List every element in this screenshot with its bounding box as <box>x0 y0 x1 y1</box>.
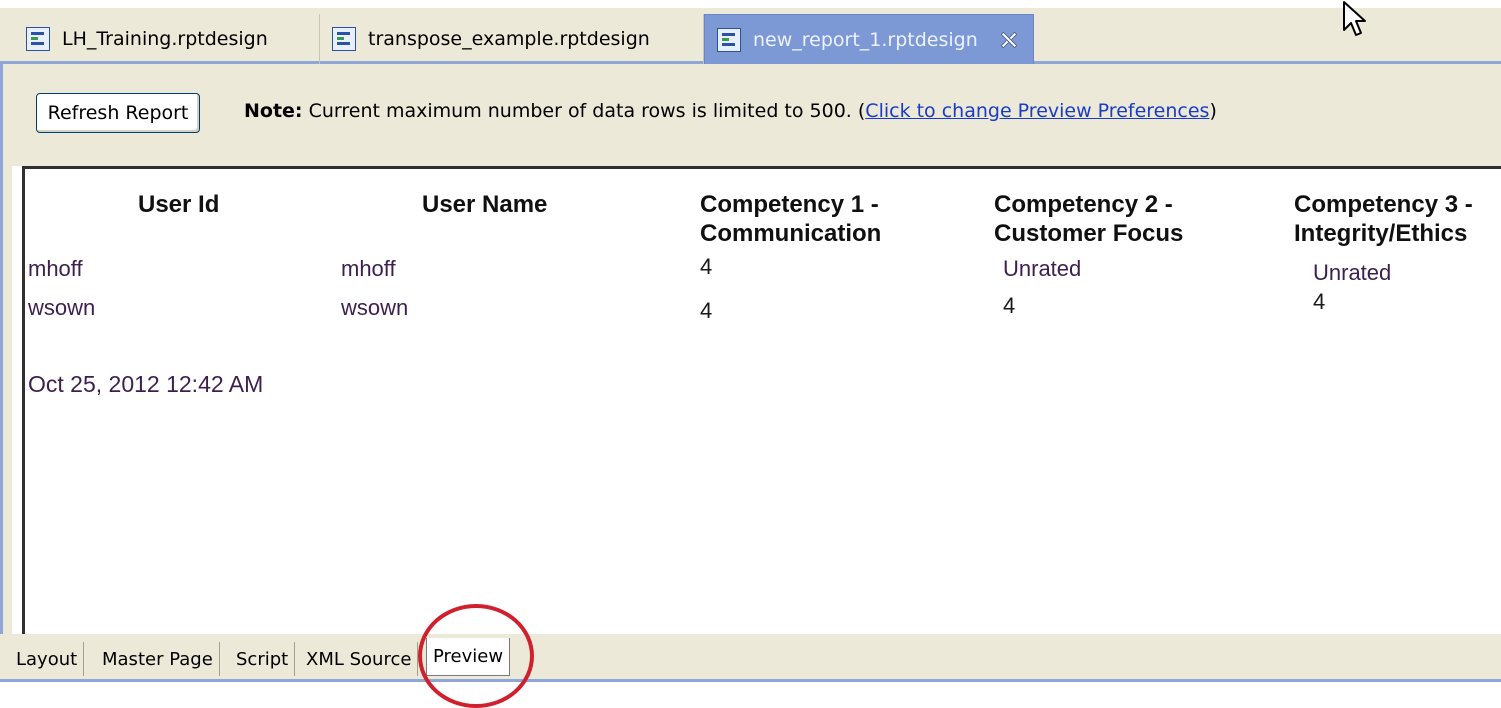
column-header-line: Competency 2 - <box>994 191 1173 218</box>
preview-note: Note: Current maximum number of data row… <box>244 100 1217 122</box>
column-header-line: User Name <box>422 191 548 218</box>
editor-tab-bar: LH_Training.rptdesign transpose_example.… <box>0 8 1501 64</box>
top-strip <box>0 0 1501 8</box>
column-header-line: Competency 1 - <box>700 191 879 218</box>
table-cell: Unrated <box>1313 260 1392 285</box>
table-cell: mhoff <box>341 256 396 281</box>
highlight-circle <box>418 604 534 708</box>
table-cell: 4 <box>1313 289 1326 314</box>
column-header-line: User Id <box>138 191 220 218</box>
editor-tab-lh-training[interactable]: LH_Training.rptdesign <box>14 14 320 64</box>
tab-master-page[interactable]: Master Page <box>96 642 220 676</box>
editor-page-tab-bar: Layout Master Page Script XML Source Pre… <box>0 634 1501 682</box>
note-text: Current maximum number of data rows is l… <box>302 100 866 122</box>
note-close: ) <box>1209 100 1217 122</box>
tab-xml-source[interactable]: XML Source <box>300 642 419 676</box>
column-header-line: Competency 3 - <box>1294 191 1473 218</box>
column-header-competency-2: Competency 2 - Customer Focus <box>994 190 1183 248</box>
column-header-line: Integrity/Ethics <box>1294 220 1468 247</box>
report-preview-area: User Id User Name Competency 1 - Communi… <box>22 166 1501 634</box>
note-label: Note: <box>244 100 303 122</box>
bottom-margin <box>0 682 1501 708</box>
table-cell: Unrated <box>1003 256 1082 281</box>
tab-layout[interactable]: Layout <box>10 642 85 676</box>
editor-tab-label: LH_Training.rptdesign <box>62 28 268 50</box>
mouse-cursor-icon <box>1343 1 1366 36</box>
column-header-line: Communication <box>700 220 882 247</box>
report-timestamp: Oct 25, 2012 12:42 AM <box>28 371 264 397</box>
report-design-icon <box>332 27 356 51</box>
table-cell: 4 <box>1003 293 1016 318</box>
preview-preferences-link[interactable]: Click to change Preview Preferences <box>865 100 1209 122</box>
column-header-line: Customer Focus <box>994 220 1184 247</box>
table-cell: wsown <box>341 295 409 320</box>
editor-tab-label: new_report_1.rptdesign <box>753 28 978 51</box>
table-cell: 4 <box>700 254 713 279</box>
table-cell: mhoff <box>28 256 83 281</box>
table-cell: wsown <box>28 295 96 320</box>
tab-script[interactable]: Script <box>230 642 296 676</box>
close-icon[interactable] <box>998 29 1020 51</box>
column-header-competency-1: Competency 1 - Communication <box>700 190 881 248</box>
report-design-icon <box>26 27 50 51</box>
report-design-icon <box>717 27 741 52</box>
panel-left-border <box>0 64 12 634</box>
refresh-report-button[interactable]: Refresh Report <box>36 93 200 133</box>
column-header-user-id: User Id <box>138 190 219 219</box>
editor-tab-new-report-1[interactable]: new_report_1.rptdesign <box>704 14 1034 64</box>
column-header-user-name: User Name <box>422 190 547 219</box>
table-cell: 4 <box>700 298 713 323</box>
column-header-competency-3: Competency 3 - Integrity/Ethics <box>1294 190 1473 248</box>
editor-tab-transpose-example[interactable]: transpose_example.rptdesign <box>320 14 704 64</box>
editor-tab-label: transpose_example.rptdesign <box>368 28 650 50</box>
